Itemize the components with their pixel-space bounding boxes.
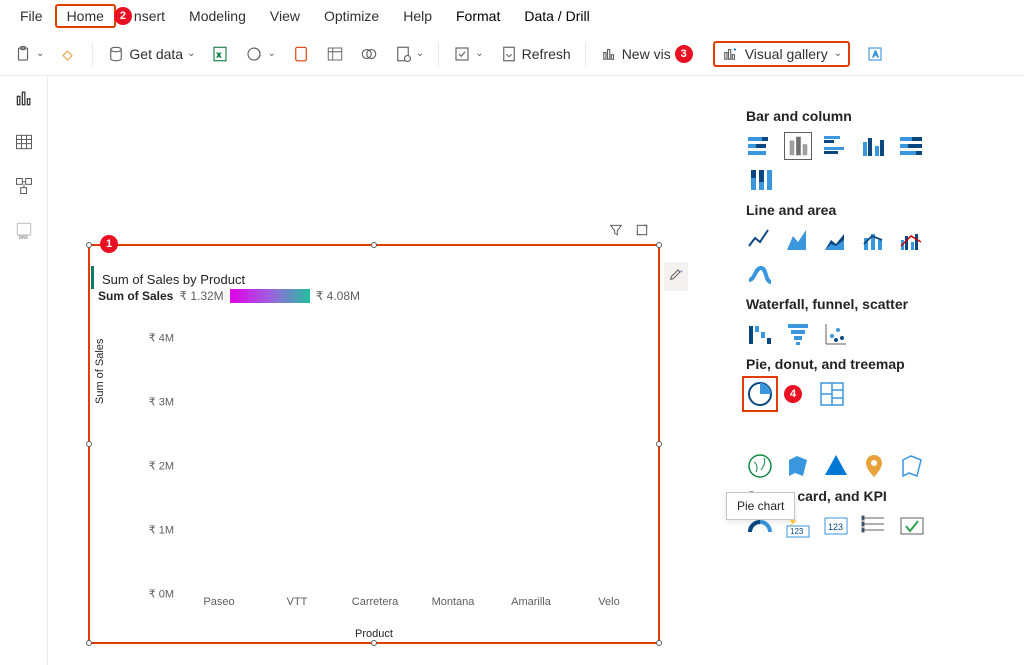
report-view-icon[interactable] — [14, 88, 34, 108]
waterfall-icon[interactable] — [746, 320, 774, 348]
chart-legend: Sum of Sales ₹ 1.32M ₹ 4.08M — [90, 289, 658, 307]
x-tick-label: Amarilla — [511, 596, 551, 608]
chart-visual[interactable]: 1 Sum of Sales by Product Sum of Sales ₹… — [88, 244, 660, 644]
format-painter-button[interactable] — [54, 41, 84, 67]
line-clustered-column-icon[interactable] — [898, 226, 926, 254]
hundred-stacked-bar-icon[interactable] — [898, 132, 926, 160]
visual-gallery-label: Visual gallery — [745, 46, 828, 62]
badge-3: 3 — [675, 45, 693, 63]
tooltip-pie: Pie chart — [726, 492, 795, 520]
x-tick-label: VTT — [287, 596, 308, 608]
toolbar: ⌄ Get data ⌄ x ⌄ ⌄ ⌄ Refresh New vis 3 — [0, 32, 1024, 76]
gallery-heading-bar: Bar and column — [746, 108, 1012, 124]
x-tick-label: Carretera — [352, 596, 398, 608]
area-chart-icon[interactable] — [784, 226, 812, 254]
slicer-icon[interactable] — [898, 512, 926, 540]
chart-title: Sum of Sales by Product — [91, 266, 658, 289]
data-hub-button[interactable]: ⌄ — [239, 41, 281, 67]
menu-home[interactable]: Home — [55, 4, 116, 28]
visual-gallery-pane: Bar and column Line and area Waterfall, … — [734, 92, 1024, 554]
x-tick-label: Velo — [598, 596, 619, 608]
paste-button[interactable]: ⌄ — [8, 41, 50, 67]
svg-text:x: x — [217, 50, 221, 59]
report-canvas[interactable]: 1 Sum of Sales by Product Sum of Sales ₹… — [48, 76, 724, 665]
on-object-format-icon[interactable] — [664, 262, 688, 291]
menu-file[interactable]: File — [8, 4, 55, 28]
focus-mode-icon[interactable] — [634, 222, 650, 238]
new-visual-button[interactable]: New vis — [594, 41, 677, 67]
line-stacked-column-icon[interactable] — [860, 226, 888, 254]
hundred-stacked-column-icon[interactable] — [746, 166, 774, 194]
stacked-area-icon[interactable] — [822, 226, 850, 254]
chart-plot-area: ₹ 0M₹ 1M₹ 2M₹ 3M₹ 4M PaseoVTTCarreteraMo… — [140, 306, 648, 610]
enter-data-button[interactable] — [320, 41, 350, 67]
gallery-heading-line: Line and area — [746, 202, 1012, 218]
svg-text:A: A — [873, 50, 879, 59]
kpi-icon[interactable] — [860, 512, 888, 540]
visual-gallery-button[interactable]: Visual gallery ⌄ — [713, 41, 850, 67]
filter-icon[interactable] — [608, 222, 624, 238]
azure-map-icon[interactable] — [822, 452, 850, 480]
menu-datadrill[interactable]: Data / Drill — [512, 4, 601, 28]
transform-data-button[interactable]: ⌄ — [447, 41, 489, 67]
get-data-button[interactable]: Get data ⌄ — [101, 41, 201, 67]
refresh-label: Refresh — [522, 46, 571, 62]
pie-chart-icon[interactable] — [746, 380, 774, 408]
model-view-icon[interactable] — [14, 176, 34, 196]
menu-view[interactable]: View — [258, 4, 312, 28]
sql-button[interactable] — [286, 41, 316, 67]
menu-modeling[interactable]: Modeling — [177, 4, 258, 28]
treemap-icon[interactable] — [818, 380, 846, 408]
left-view-rail: DAX — [0, 76, 48, 665]
menu-bar: File Home 2 nsert Modeling View Optimize… — [0, 0, 1024, 32]
badge-1: 1 — [100, 235, 118, 253]
data-view-icon[interactable] — [14, 132, 34, 152]
y-axis-label: Sum of Sales — [94, 339, 106, 404]
line-chart-icon[interactable] — [746, 226, 774, 254]
filled-map-icon[interactable] — [784, 452, 812, 480]
funnel-icon[interactable] — [784, 320, 812, 348]
x-tick-label: Montana — [432, 596, 475, 608]
text-box-button[interactable]: A — [860, 41, 890, 67]
gradient-legend-bar — [230, 289, 310, 303]
clustered-column-icon[interactable] — [860, 132, 888, 160]
map-icon[interactable] — [746, 452, 774, 480]
stacked-column-icon[interactable] — [784, 132, 812, 160]
dax-view-icon[interactable]: DAX — [14, 220, 34, 240]
multi-row-card-icon[interactable]: 123 — [822, 512, 850, 540]
x-axis-label: Product — [355, 628, 393, 640]
gallery-heading-waterfall: Waterfall, funnel, scatter — [746, 296, 1012, 312]
menu-help[interactable]: Help — [391, 4, 444, 28]
svg-text:123: 123 — [828, 522, 843, 532]
get-data-label: Get data — [129, 46, 183, 62]
ribbon-chart-icon[interactable] — [746, 260, 774, 288]
refresh-button[interactable]: Refresh — [494, 41, 577, 67]
stacked-bar-icon[interactable] — [746, 132, 774, 160]
clustered-bar-icon[interactable] — [822, 132, 850, 160]
menu-optimize[interactable]: Optimize — [312, 4, 391, 28]
badge-2: 2 — [114, 7, 132, 25]
badge-4: 4 — [784, 385, 802, 403]
recent-sources-button[interactable]: ⌄ — [388, 41, 430, 67]
new-visual-label: New vis — [622, 46, 671, 62]
menu-format[interactable]: Format — [444, 4, 512, 28]
scatter-icon[interactable] — [822, 320, 850, 348]
x-tick-label: Paseo — [203, 596, 234, 608]
menu-insert[interactable]: nsert — [132, 4, 177, 28]
gallery-heading-pie: Pie, donut, and treemap — [746, 356, 1012, 372]
svg-text:123: 123 — [790, 527, 804, 536]
dataverse-button[interactable] — [354, 41, 384, 67]
shape-map-icon[interactable] — [898, 452, 926, 480]
svg-text:DAX: DAX — [19, 234, 28, 239]
excel-source-button[interactable]: x — [205, 41, 235, 67]
arcgis-map-icon[interactable] — [860, 452, 888, 480]
